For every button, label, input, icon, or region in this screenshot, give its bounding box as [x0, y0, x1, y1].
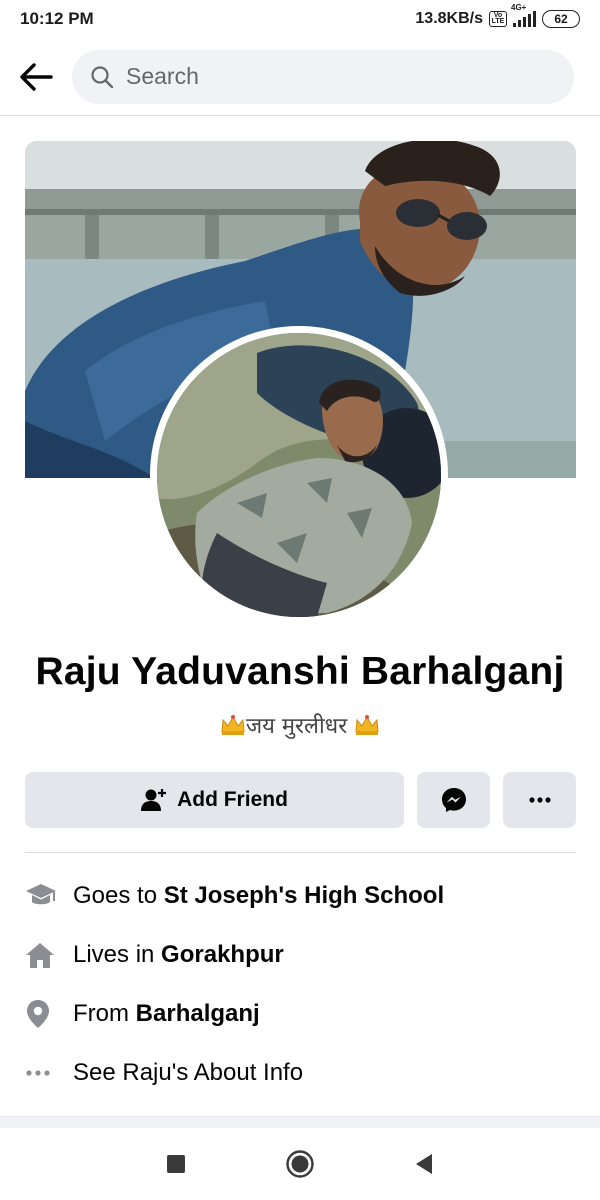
- triangle-back-icon: [416, 1154, 432, 1174]
- intro-details: Goes to St Joseph's High School Lives in…: [25, 866, 576, 1102]
- location-pin-icon: [27, 999, 49, 1028]
- square-icon: [167, 1155, 185, 1173]
- school-name[interactable]: St Joseph's High School: [164, 882, 444, 909]
- crown-icon: [221, 715, 245, 735]
- search-header: Search: [0, 38, 600, 116]
- network-speed: 13.8KB/s: [415, 10, 483, 27]
- system-back-button[interactable]: [362, 1128, 486, 1200]
- bio-text: जय मुरलीधर: [245, 714, 348, 739]
- more-options-button[interactable]: [503, 772, 576, 828]
- network-type: 4G+: [511, 3, 527, 12]
- crown-icon: [355, 715, 379, 735]
- lives-prefix: Lives in: [73, 940, 162, 968]
- profile-actions: Add Friend: [25, 772, 576, 828]
- recents-button[interactable]: [114, 1128, 238, 1200]
- search-input[interactable]: Search: [72, 49, 574, 104]
- profile-picture[interactable]: [150, 326, 448, 624]
- profile-picture-image: [157, 333, 441, 617]
- info-school: Goes to St Joseph's High School: [25, 866, 576, 925]
- status-bar: 10:12 PM 13.8KB/s Vo LTE 4G+ 62: [0, 0, 600, 38]
- section-separator: [0, 1116, 600, 1128]
- status-time: 10:12 PM: [20, 9, 94, 28]
- info-lives: Lives in Gorakhpur: [25, 925, 576, 984]
- profile-bio: जय मुरलीधर: [0, 710, 600, 740]
- system-nav-bar: [0, 1128, 600, 1200]
- from-prefix: From: [73, 999, 136, 1027]
- school-prefix: Goes to: [73, 881, 164, 909]
- about-info-label: See Raju's About Info: [73, 1058, 304, 1086]
- divider: [25, 852, 576, 853]
- arrow-left-icon: [20, 62, 53, 91]
- messenger-icon: [441, 788, 466, 812]
- status-indicators: 13.8KB/s Vo LTE 4G+ 62: [415, 3, 580, 28]
- search-icon: [91, 65, 114, 88]
- see-about-info-link[interactable]: See Raju's About Info: [25, 1043, 576, 1102]
- home-button[interactable]: [238, 1128, 362, 1200]
- person-plus-icon: [141, 789, 167, 811]
- add-friend-label: Add Friend: [177, 788, 288, 811]
- home-icon: [26, 942, 54, 968]
- message-button[interactable]: [417, 772, 490, 828]
- back-button[interactable]: [0, 38, 72, 116]
- volte-icon: Vo LTE: [489, 11, 507, 27]
- search-placeholder: Search: [126, 63, 199, 89]
- lives-city[interactable]: Gorakhpur: [161, 941, 284, 968]
- battery-icon: 62: [542, 10, 580, 28]
- more-dots-icon: [26, 1069, 50, 1076]
- profile-name: Raju Yaduvanshi Barhalganj: [35, 650, 565, 693]
- from-city[interactable]: Barhalganj: [136, 1000, 260, 1027]
- battery-level: 62: [554, 12, 568, 26]
- more-dots-icon: [528, 797, 551, 803]
- circle-home-icon: [286, 1150, 314, 1178]
- signal-icon: 4G+: [511, 3, 536, 27]
- graduation-cap-icon: [26, 883, 56, 904]
- add-friend-button[interactable]: Add Friend: [25, 772, 404, 828]
- info-from: From Barhalganj: [25, 984, 576, 1043]
